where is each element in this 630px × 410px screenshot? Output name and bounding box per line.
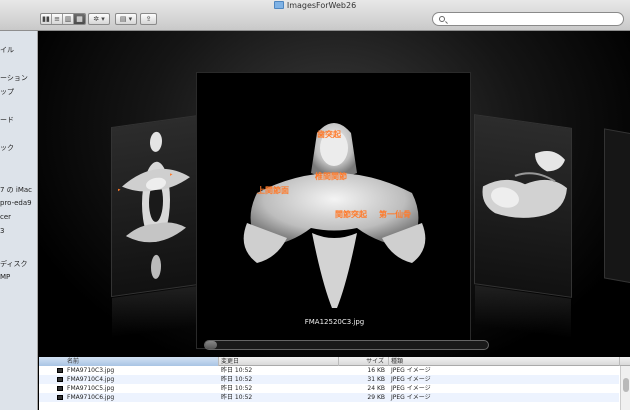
window-title-area: ImagesForWeb26 xyxy=(0,1,630,10)
file-size: 24 KB xyxy=(367,385,385,392)
coverflow-scrollbar[interactable] xyxy=(204,340,489,350)
coverflow-item-right[interactable] xyxy=(474,114,572,339)
titlebar: ImagesForWeb26 ▮▮ ≡ ▥ ▦ ✲ ▾ ▤ ▾ ⇪ xyxy=(0,0,630,31)
table-row[interactable]: FMA9710C3.jpg 昨日 10:52 16 KB JPEG イメージ xyxy=(39,366,619,375)
file-kind: JPEG イメージ xyxy=(391,394,431,401)
file-size: 16 KB xyxy=(367,367,385,374)
sidebar-item[interactable]: ディスク xyxy=(0,259,28,269)
column-header-date[interactable]: 変更日 xyxy=(219,357,339,366)
sidebar-item[interactable]: ーション xyxy=(0,73,28,83)
jpeg-file-icon xyxy=(57,395,63,400)
folder-icon xyxy=(273,1,284,9)
coverflow-item-left[interactable]: ▸ ▸ xyxy=(111,114,199,339)
table-row[interactable]: FMA9710C5.jpg 昨日 10:52 24 KB JPEG イメージ xyxy=(39,384,619,393)
file-date: 昨日 10:52 xyxy=(221,367,253,374)
action-menu-button[interactable]: ✲ ▾ xyxy=(88,13,110,25)
sidebar-item[interactable]: 3 xyxy=(0,227,4,235)
sidebar: イル ーション ップ ード ック 7 の iMac pro-eda9 cer 3… xyxy=(0,31,38,410)
coverflow-scroll-thumb[interactable] xyxy=(205,341,217,349)
vertebra-side-image xyxy=(482,151,567,218)
file-name: FMA9710C4.jpg xyxy=(67,376,115,383)
sidebar-item[interactable]: cer xyxy=(0,213,11,221)
annotation-label: 歯突起 xyxy=(317,130,341,139)
file-kind: JPEG イメージ xyxy=(391,385,431,392)
sidebar-item[interactable]: pro-eda9 xyxy=(0,199,32,207)
list-header: 名前 変更日 サイズ 種類 xyxy=(39,357,630,366)
file-size: 29 KB xyxy=(367,394,385,401)
jpeg-file-icon xyxy=(57,377,63,382)
vertebra-front-image xyxy=(243,123,426,308)
annotation-label: 椎間関節 xyxy=(315,172,347,181)
file-date: 昨日 10:52 xyxy=(221,376,253,383)
coverflow-view: ▸ ▸ 歯突起 椎間関節 上関節面 関節突起 第一仙骨 FMA12520C3.j… xyxy=(39,31,630,357)
table-row[interactable]: FMA9710C4.jpg 昨日 10:52 31 KB JPEG イメージ xyxy=(39,375,619,384)
list-scrollbar[interactable] xyxy=(620,366,630,410)
icon-view-button[interactable]: ▮▮ xyxy=(41,14,52,24)
file-kind: JPEG イメージ xyxy=(391,376,431,383)
annotation-label: ▸ xyxy=(118,186,121,194)
list-view-button[interactable]: ≡ xyxy=(52,14,63,24)
column-header-name[interactable]: 名前 xyxy=(39,357,219,366)
sidebar-item[interactable]: MP xyxy=(0,273,10,281)
sidebar-item[interactable]: 7 の iMac xyxy=(0,185,32,195)
file-name: FMA9710C5.jpg xyxy=(67,385,115,392)
coverflow-view-button[interactable]: ▦ xyxy=(74,14,85,24)
share-button[interactable]: ⇪ xyxy=(140,13,157,25)
vertebra-top-image xyxy=(122,131,190,279)
search-field[interactable] xyxy=(432,12,624,26)
sidebar-item[interactable]: ード xyxy=(0,115,14,125)
arrange-menu-button[interactable]: ▤ ▾ xyxy=(115,13,137,25)
list-scroll-thumb[interactable] xyxy=(623,378,629,392)
finder-window: ImagesForWeb26 ▮▮ ≡ ▥ ▦ ✲ ▾ ▤ ▾ ⇪ イル ーショ… xyxy=(0,0,630,410)
jpeg-file-icon xyxy=(57,368,63,373)
coverflow-caption: FMA12520C3.jpg xyxy=(304,318,365,326)
coverflow-item-selected[interactable]: 歯突起 椎間関節 上関節面 関節突起 第一仙骨 FMA12520C3.jpg xyxy=(196,72,471,349)
column-view-button[interactable]: ▥ xyxy=(63,14,74,24)
column-header-size[interactable]: サイズ xyxy=(339,357,389,366)
sidebar-item[interactable]: イル xyxy=(0,45,14,55)
file-date: 昨日 10:52 xyxy=(221,394,253,401)
file-kind: JPEG イメージ xyxy=(391,367,431,374)
annotation-label: 第一仙骨 xyxy=(379,210,411,219)
file-list: 名前 変更日 サイズ 種類 FMA9710C3.jpg 昨日 10:52 16 … xyxy=(39,357,630,410)
file-name: FMA9710C3.jpg xyxy=(67,367,115,374)
view-mode-segmented: ▮▮ ≡ ▥ ▦ xyxy=(40,13,86,25)
window-title: ImagesForWeb26 xyxy=(286,1,357,10)
jpeg-file-icon xyxy=(57,386,63,391)
annotation-label: 関節突起 xyxy=(335,210,367,219)
column-header-kind[interactable]: 種類 xyxy=(389,357,620,366)
search-icon xyxy=(439,16,445,22)
file-name: FMA9710C6.jpg xyxy=(67,394,115,401)
sidebar-item[interactable]: ップ xyxy=(0,87,14,97)
file-date: 昨日 10:52 xyxy=(221,385,253,392)
annotation-label: 上関節面 xyxy=(257,186,289,195)
file-size: 31 KB xyxy=(367,376,385,383)
sidebar-item[interactable]: ック xyxy=(0,143,14,153)
annotation-label: ▸ xyxy=(170,171,173,178)
table-row[interactable]: FMA9710C6.jpg 昨日 10:52 29 KB JPEG イメージ xyxy=(39,393,619,402)
coverflow-item-far-right[interactable] xyxy=(604,128,630,284)
